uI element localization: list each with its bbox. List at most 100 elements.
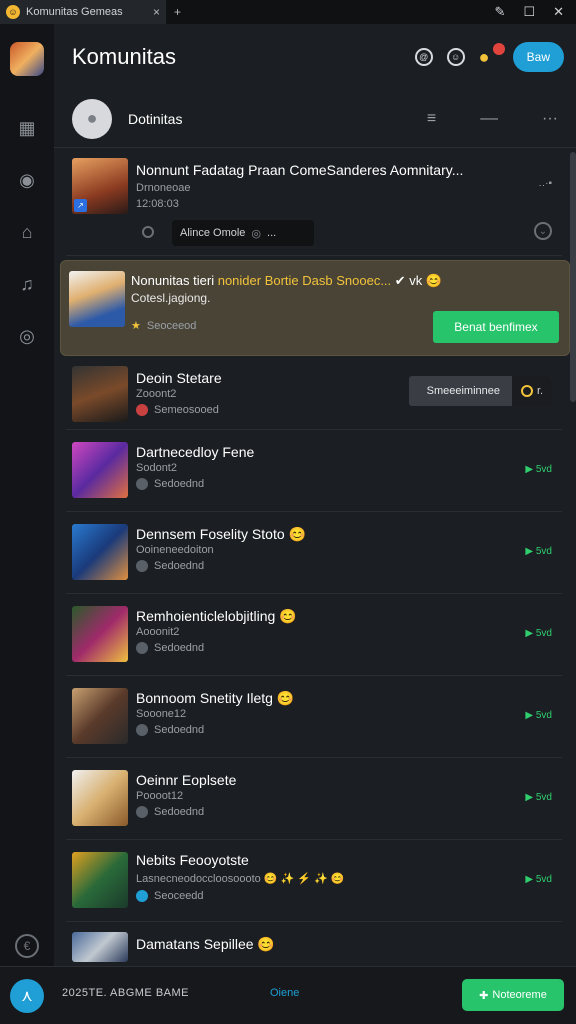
highlight-title: Nonunitas tieri nonider Bortie Dasb Snoo… — [131, 273, 442, 289]
profile-fab-button[interactable]: ⋏ — [10, 979, 44, 1013]
post-title: Remhoienticlelobjitling 😊 — [136, 608, 297, 624]
bottom-link[interactable]: Oiene — [270, 987, 299, 999]
highlight-meta-text: Seoceeod — [146, 319, 197, 332]
post-subtitle: Lasnecneodoccloosoooto 😊 ✨ ⚡ ✨ 😊 — [136, 872, 345, 885]
post-meta-text: Seoceedd — [154, 890, 204, 902]
play-action[interactable]: ▶ 5vd — [525, 710, 552, 721]
music-icon[interactable]: ♫ — [15, 272, 39, 296]
settings-icon[interactable]: € — [15, 934, 39, 958]
ring-toggle[interactable]: r. — [512, 376, 552, 406]
emoji-row: 😊 ✨ ⚡ ✨ 😊 — [263, 873, 345, 885]
menu-icon[interactable]: ≡ — [427, 110, 436, 128]
scrollbar[interactable] — [570, 152, 576, 402]
highlight-action-button[interactable]: Benat benfimex — [433, 311, 559, 343]
post-card[interactable]: Nebits Feooyotste Lasnecneodoccloosoooto… — [66, 840, 562, 922]
post-card[interactable]: Remhoienticlelobjitling 😊 Aooonit2 Sedoe… — [66, 594, 562, 676]
post-card[interactable]: ↗ Nonnunt Fadatag Praan ComeSanderes Aom… — [66, 152, 562, 256]
post-thumbnail — [72, 770, 128, 826]
post-timestamp: 12:08:03 — [136, 198, 179, 210]
tab-title: Komunitas Gemeas — [26, 6, 123, 18]
badge-icon[interactable]: ◉ — [15, 168, 39, 192]
post-thumbnail — [69, 271, 125, 327]
close-window-icon[interactable]: ✕ — [553, 4, 564, 20]
highlight-meta: ★ Seoceeod — [131, 319, 197, 333]
bottom-status-text: 2025TE. ABGME BAME — [62, 987, 189, 999]
play-action[interactable]: ▶ 5vd — [525, 792, 552, 803]
status-dot-icon — [136, 478, 148, 490]
post-subtitle: Sodont2 — [136, 462, 177, 474]
at-icon: ◎ — [251, 227, 262, 240]
post-meta: Sedoednd — [136, 560, 204, 572]
post-card[interactable]: Bonnoom Snetity Iletg 😊 Sooone12 Sedoedn… — [66, 676, 562, 758]
home-icon[interactable]: ⌂ — [15, 220, 39, 244]
chevron-down-icon[interactable]: ⌄ — [534, 222, 552, 240]
post-meta: Sedoednd — [136, 806, 204, 818]
post-meta: Sedoednd — [136, 642, 204, 654]
post-title: Nebits Feooyotste — [136, 852, 249, 868]
user-avatar[interactable] — [10, 42, 44, 76]
maximize-icon[interactable]: ☐ — [523, 4, 535, 20]
post-subtitle: Aooonit2 — [136, 626, 180, 638]
join-button[interactable]: Smeeeiminnee r. — [408, 376, 552, 406]
post-meta: Sedoednd — [136, 478, 204, 490]
post-card[interactable]: Oeinnr Eoplsete Poooot12 Sedoednd ▶ 5vd — [66, 758, 562, 840]
edit-icon[interactable]: ✎ — [495, 4, 506, 20]
status-dot-icon — [136, 404, 148, 416]
ring-icon — [520, 385, 533, 397]
post-card[interactable]: Dennsem Foselity Stoto 😊 Ooineneedoiton … — [66, 512, 562, 594]
join-button-label: Smeeeiminnee — [426, 385, 500, 397]
post-meta-text: Sedoednd — [154, 724, 205, 736]
new-tab-icon[interactable]: + — [174, 5, 181, 19]
emoji-icon[interactable]: ☺ — [446, 48, 465, 66]
post-thumbnail — [72, 852, 128, 908]
highlighted-post[interactable]: Nonunitas tieri nonider Bortie Dasb Snoo… — [60, 260, 570, 356]
notification-badge — [492, 43, 505, 55]
notification-bell-icon[interactable]: ● — [479, 43, 505, 67]
post-options-icon[interactable]: ‥·▪ — [538, 178, 552, 189]
grid-icon[interactable]: ▦ — [15, 116, 39, 140]
highlight-subtitle: Cotesl.jagiong. — [131, 291, 211, 305]
bottom-action-button[interactable]: ✚ Noteoreme — [462, 979, 564, 1011]
post-meta: Semeosooed — [136, 404, 219, 416]
post-card[interactable]: Dartnecedloy Fene Sodont2 Sedoednd ▶ 5vd — [66, 430, 562, 512]
play-action[interactable]: ▶ 5vd — [525, 464, 552, 475]
post-subtitle-text: Lasnecneodoccloosoooto — [136, 873, 261, 885]
new-post-button[interactable]: Baw — [512, 42, 564, 72]
post-thumbnail — [72, 932, 128, 962]
play-action[interactable]: ▶ 5vd — [525, 546, 552, 557]
chat-icon[interactable]: @ — [414, 48, 433, 66]
post-thumbnail — [72, 688, 128, 744]
reply-pill[interactable]: Alince Omole ◎... — [172, 220, 314, 246]
community-avatar[interactable]: ● — [72, 98, 112, 139]
post-meta-text: Sedoednd — [154, 478, 205, 490]
browser-tab[interactable]: ☺ Komunitas Gemeas × — [0, 0, 166, 24]
post-meta-text: Sedoednd — [154, 806, 205, 818]
post-title: Dartnecedloy Fene — [136, 444, 255, 460]
highlight-title-b: nonider Bortie Dasb Snooec... — [217, 273, 392, 288]
post-meta-text: Semeosooed — [154, 404, 219, 416]
ring-label: r. — [536, 385, 544, 397]
post-title: Oeinnr Eoplsete — [136, 772, 237, 788]
reply-icon[interactable] — [142, 226, 154, 238]
more-icon[interactable]: ··· — [542, 110, 558, 128]
bottom-bar: ⋏ 2025TE. ABGME BAME Oiene ✚ Noteoreme — [0, 966, 576, 1024]
post-title: Deoin Stetare — [136, 370, 222, 386]
play-action[interactable]: ▶ 5vd — [525, 628, 552, 639]
post-thumbnail — [72, 524, 128, 580]
post-title: Nonnunt Fadatag Praan ComeSanderes Aomni… — [136, 162, 464, 178]
post-meta: Seoceedd — [136, 890, 204, 902]
post-subtitle: Sooone12 — [136, 708, 187, 720]
highlight-title-a: Nonunitas tieri — [131, 273, 218, 288]
post-meta-text: Sedoednd — [154, 642, 205, 654]
feed-list: ↗ Nonnunt Fadatag Praan ComeSanderes Aom… — [60, 152, 570, 962]
post-subtitle: Ooineneedoiton — [136, 544, 214, 556]
post-card[interactable]: Deoin Stetare Zooont2 Semeosooed Smeeeim… — [66, 356, 562, 430]
minus-icon[interactable]: ‒‒ — [480, 110, 498, 128]
status-dot-icon — [136, 560, 148, 572]
reply-more: ... — [267, 227, 277, 239]
tab-close-icon[interactable]: × — [153, 5, 160, 19]
camera-icon[interactable]: ◎ — [15, 324, 39, 348]
play-action[interactable]: ▶ 5vd — [525, 874, 552, 885]
post-meta-text: Sedoednd — [154, 560, 205, 572]
post-card[interactable]: Damatans Sepillee 😊 — [66, 922, 562, 962]
